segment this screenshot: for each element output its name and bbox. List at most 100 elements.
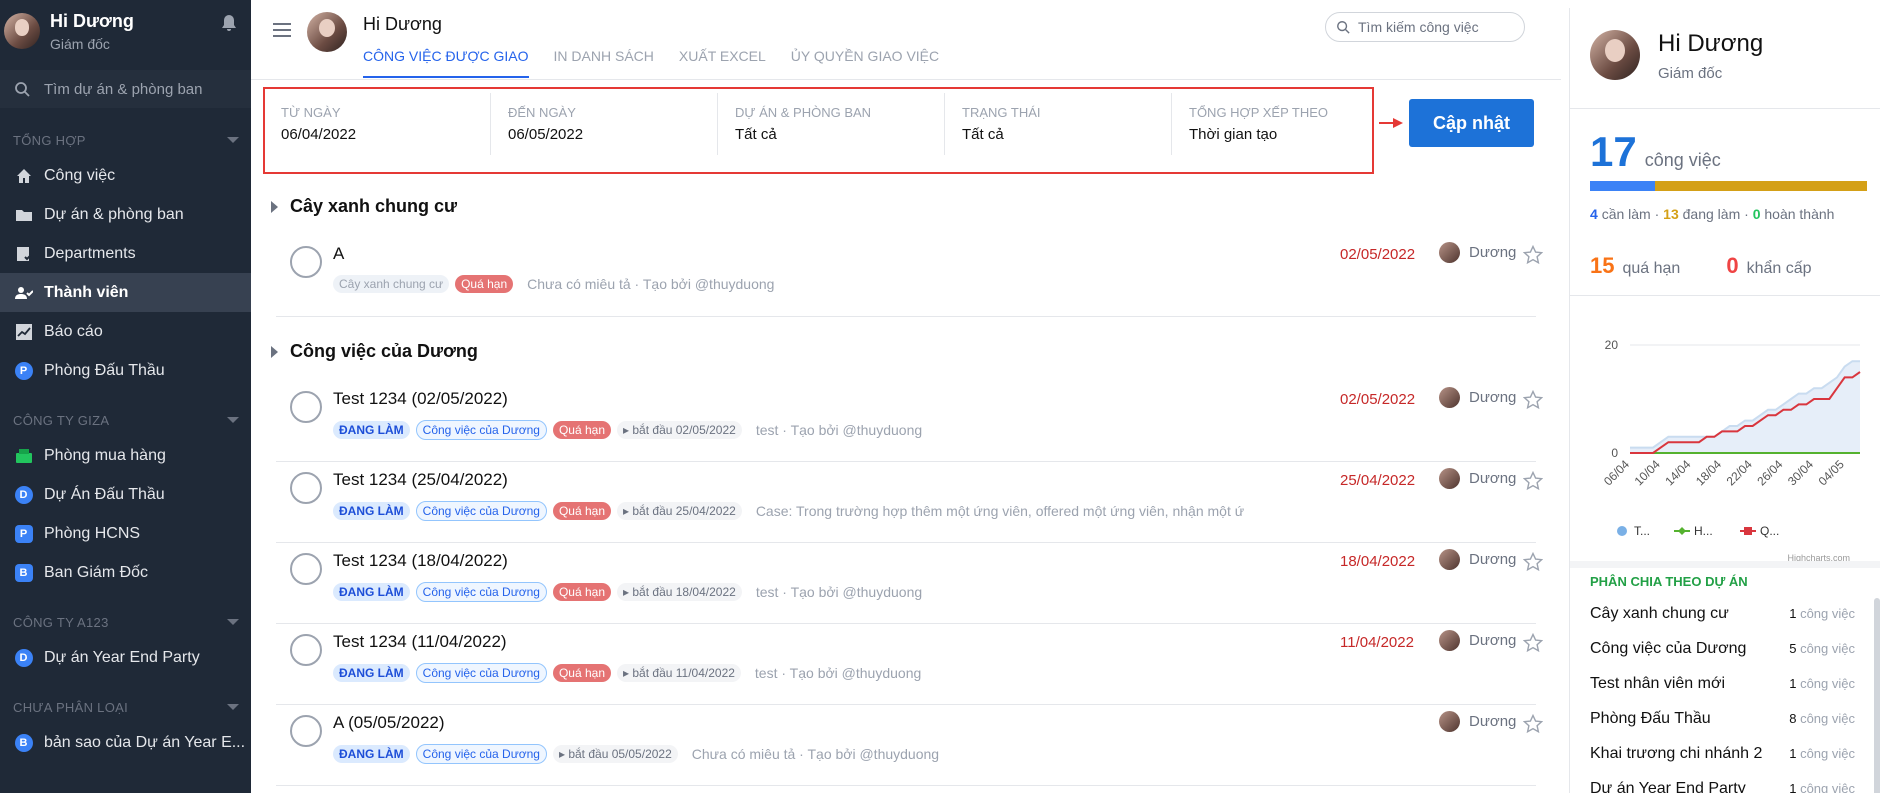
y-tick-label: 0	[1611, 446, 1618, 460]
sidebar-search[interactable]: Tìm dự án & phòng ban	[0, 70, 251, 108]
task-title[interactable]: A (05/05/2022)	[333, 713, 445, 733]
assignee[interactable]: Dương	[1439, 242, 1516, 263]
status-badge: Đang làm	[333, 421, 410, 439]
project-breakdown-row[interactable]: Dự án Year End Party 1 công việc	[1590, 780, 1855, 793]
urgent-label: khẩn cấp	[1746, 260, 1812, 277]
task-row[interactable]: Test 1234 (25/04/2022) Đang làm Công việ…	[276, 462, 1543, 543]
filter-from-date[interactable]: Từ ngày 06/04/2022	[265, 93, 491, 155]
sidebar-item-departments[interactable]: Departments	[0, 234, 251, 273]
user-avatar[interactable]	[4, 13, 40, 49]
filter-project[interactable]: Dự án & phòng ban Tất cả	[719, 93, 945, 155]
tab-delegate[interactable]: Ủy quyền giao việc	[791, 48, 939, 78]
tab-export-excel[interactable]: Xuất Excel	[679, 48, 766, 78]
task-search-input[interactable]: Tìm kiếm công việc	[1325, 12, 1525, 42]
sidebar-item-members[interactable]: Thành viên	[0, 273, 251, 312]
progress-doing	[1655, 181, 1867, 191]
project-count-number: 1	[1789, 676, 1797, 691]
assignee[interactable]: Dương	[1439, 468, 1516, 489]
group-header[interactable]: Công việc của Dương	[271, 341, 478, 362]
task-title[interactable]: A	[333, 244, 344, 264]
project-tag[interactable]: Cây xanh chung cư	[333, 275, 450, 293]
task-title[interactable]: Test 1234 (02/05/2022)	[333, 389, 508, 409]
group-title: Công việc của Dương	[290, 341, 478, 361]
legend-marker	[1617, 526, 1627, 536]
complete-checkbox[interactable]	[290, 246, 322, 278]
project-breakdown-row[interactable]: Cây xanh chung cư 1 công việc	[1590, 605, 1855, 623]
sidebar-item-tasks[interactable]: Công việc	[0, 156, 251, 195]
filter-status[interactable]: Trạng thái Tất cả	[946, 93, 1172, 155]
section-title: Công ty GIZA	[13, 412, 110, 428]
caret-down-icon	[227, 619, 239, 625]
tab-print-list[interactable]: In danh sách	[554, 48, 654, 78]
tab-assigned-tasks[interactable]: Công việc được giao	[363, 48, 529, 78]
star-icon[interactable]	[1523, 633, 1543, 653]
task-description: Chưa có miêu tả · Tạo bởi @thuyduong	[691, 746, 940, 762]
filter-label: Từ ngày	[281, 105, 341, 120]
project-tag[interactable]: Công việc của Dương	[415, 420, 547, 440]
update-button[interactable]: Cập nhật	[1409, 99, 1534, 147]
sidebar-item-copy-yearend[interactable]: B bản sao của Dự án Year E...	[0, 723, 251, 762]
section-giza[interactable]: Công ty GIZA	[0, 404, 251, 436]
task-row[interactable]: Test 1234 (18/04/2022) Đang làm Công việ…	[276, 543, 1543, 624]
section-tong-hop[interactable]: Tổng hợp	[0, 124, 251, 156]
section-a123[interactable]: Công ty A123	[0, 606, 251, 638]
start-date-label: bắt đầu 02/05/2022	[632, 423, 736, 437]
star-icon[interactable]	[1523, 471, 1543, 491]
filter-label: Dự án & phòng ban	[735, 105, 872, 120]
sidebar-item-board[interactable]: B Ban Giám Đốc	[0, 553, 251, 592]
task-title[interactable]: Test 1234 (25/04/2022)	[333, 470, 508, 490]
assignee[interactable]: Dương	[1439, 630, 1516, 651]
sidebar-item-projects[interactable]: Dự án & phòng ban	[0, 195, 251, 234]
assignee[interactable]: Dương	[1439, 387, 1516, 408]
complete-checkbox[interactable]	[290, 715, 322, 747]
project-breakdown-row[interactable]: Công việc của Dương 5 công việc	[1590, 640, 1855, 658]
task-title[interactable]: Test 1234 (18/04/2022)	[333, 551, 508, 571]
complete-checkbox[interactable]	[290, 391, 322, 423]
complete-checkbox[interactable]	[290, 472, 322, 504]
star-icon[interactable]	[1523, 552, 1543, 572]
sidebar-item-reports[interactable]: Báo cáo	[0, 312, 251, 351]
sidebar-item-bidding[interactable]: P Phòng Đấu Thầu	[0, 351, 251, 390]
star-icon[interactable]	[1523, 245, 1543, 265]
complete-checkbox[interactable]	[290, 553, 322, 585]
assignee-name: Dương	[1469, 470, 1517, 487]
assignee-avatar	[1439, 630, 1460, 651]
scrollbar[interactable]	[1874, 598, 1880, 793]
project-breakdown-row[interactable]: Khai trương chi nhánh 2 1 công việc	[1590, 745, 1855, 763]
project-tag[interactable]: Công việc của Dương	[415, 744, 547, 764]
sidebar-item-purchasing[interactable]: Phòng mua hàng	[0, 436, 251, 475]
sidebar-item-bid-project[interactable]: D Dự Án Đấu Thầu	[0, 475, 251, 514]
urgent-count: 0	[1726, 253, 1739, 278]
due-date: 18/04/2022	[1340, 553, 1416, 570]
filter-sort[interactable]: Tổng hợp xếp theo Thời gian tạo	[1173, 93, 1399, 155]
task-row[interactable]: Test 1234 (11/04/2022) Đang làm Công việ…	[276, 624, 1543, 705]
sidebar-item-label: Ban Giám Đốc	[44, 563, 149, 581]
assignee[interactable]: Dương	[1439, 549, 1516, 570]
hamburger-menu-icon[interactable]	[273, 22, 293, 38]
task-title[interactable]: Test 1234 (11/04/2022)	[333, 632, 507, 652]
project-tag[interactable]: Công việc của Dương	[415, 582, 547, 602]
sidebar-item-hcns[interactable]: P Phòng HCNS	[0, 514, 251, 553]
x-tick-label: 14/04	[1662, 457, 1693, 488]
chart-icon	[14, 322, 33, 341]
bell-icon[interactable]	[221, 14, 237, 32]
filter-to-date[interactable]: Đến ngày 06/05/2022	[492, 93, 718, 155]
project-tag[interactable]: Công việc của Dương	[415, 501, 547, 521]
star-icon[interactable]	[1523, 714, 1543, 734]
section-unclassified[interactable]: Chưa phân loại	[0, 691, 251, 723]
group-header[interactable]: Cây xanh chung cư	[271, 196, 457, 217]
assignee[interactable]: Dương	[1439, 711, 1516, 732]
project-name: Test nhân viên mới	[1590, 675, 1725, 692]
project-tag[interactable]: Công việc của Dương	[415, 663, 547, 683]
profile-role: Giám đốc	[1658, 65, 1723, 82]
project-breakdown-row[interactable]: Test nhân viên mới 1 công việc	[1590, 675, 1855, 693]
complete-checkbox[interactable]	[290, 634, 322, 666]
task-row[interactable]: Test 1234 (02/05/2022) Đang làm Công việ…	[276, 381, 1543, 462]
task-row[interactable]: A (05/05/2022) Đang làm Công việc của Dư…	[276, 705, 1543, 786]
sidebar-item-label: Phòng HCNS	[44, 524, 141, 542]
star-icon[interactable]	[1523, 390, 1543, 410]
task-row[interactable]: A Cây xanh chung cư Quá hạn Chưa có miêu…	[276, 236, 1543, 317]
project-breakdown-row[interactable]: Phòng Đấu Thầu 8 công việc	[1590, 710, 1855, 728]
sidebar-item-yearend[interactable]: D Dự án Year End Party	[0, 638, 251, 677]
alert-stats: 15 quá hạn 0 khẩn cấp	[1590, 253, 1812, 279]
